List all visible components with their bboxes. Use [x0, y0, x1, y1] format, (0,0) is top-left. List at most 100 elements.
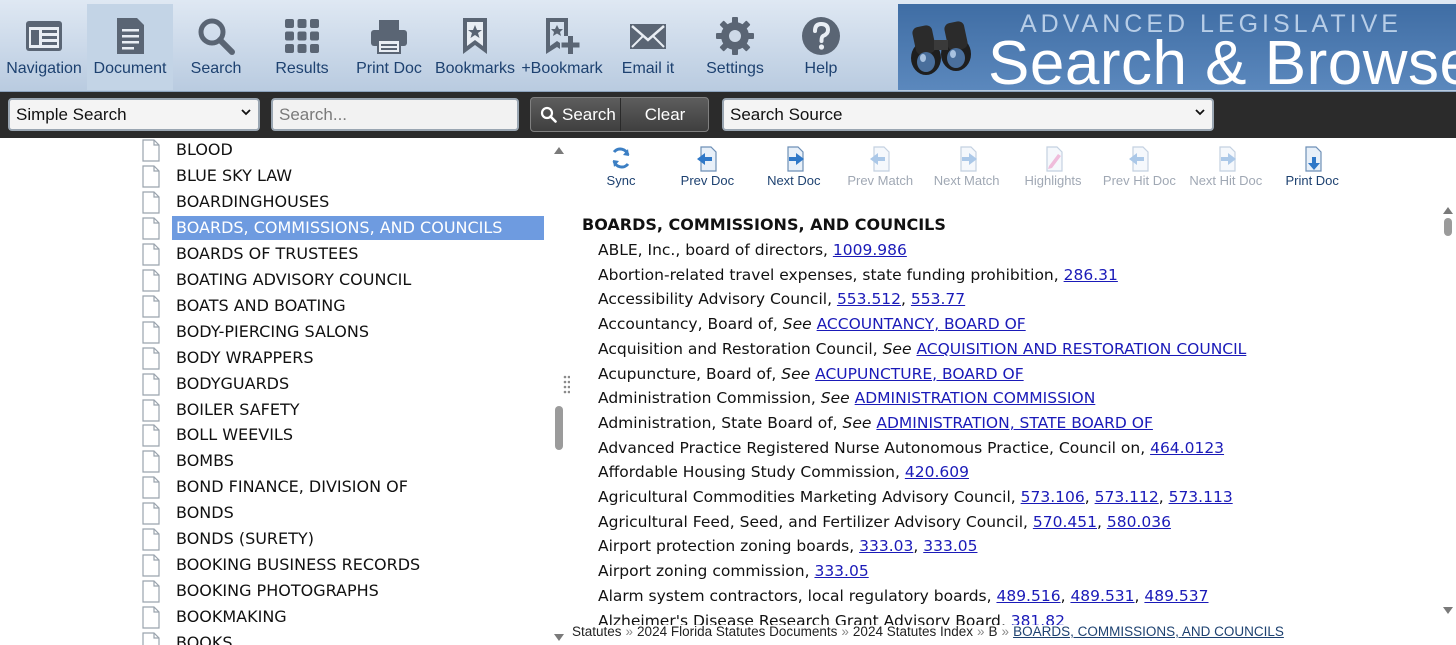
tree-item[interactable]: BOND FINANCE, DIVISION OF — [140, 474, 550, 500]
add-bookmark-button[interactable]: +Bookmark — [519, 4, 605, 90]
statute-link[interactable]: 573.113 — [1169, 488, 1233, 506]
statute-link[interactable]: ACCOUNTANCY, BOARD OF — [817, 315, 1026, 333]
search-mode-select[interactable]: Simple Search — [8, 98, 260, 131]
next-doc-icon — [787, 146, 804, 172]
settings-button[interactable]: Settings — [692, 4, 778, 90]
statute-link[interactable]: 553.77 — [911, 290, 965, 308]
statute-link[interactable]: 464.0123 — [1150, 439, 1224, 457]
highlights-icon — [1046, 146, 1063, 172]
statute-link[interactable]: 553.512 — [837, 290, 901, 308]
statute-link[interactable]: 573.106 — [1021, 488, 1085, 506]
scroll-up-arrow-icon[interactable] — [554, 146, 564, 154]
tree-item[interactable]: BOLL WEEVILS — [140, 422, 550, 448]
statute-link[interactable]: ACUPUNCTURE, BOARD OF — [815, 365, 1023, 383]
scroll-up-arrow-icon[interactable] — [1443, 206, 1453, 214]
document-scrollbar-thumb[interactable] — [1444, 218, 1452, 236]
navigation-label: Navigation — [6, 60, 82, 77]
tree-item[interactable]: BOOKS — [140, 630, 550, 645]
statute-link[interactable]: 1009.986 — [833, 241, 907, 259]
doc-toolbar-button[interactable]: Sync — [578, 146, 664, 190]
document-page-icon — [142, 346, 160, 370]
index-entry: Accountancy, Board of, See ACCOUNTANCY, … — [598, 313, 1026, 335]
doc-toolbar-button[interactable]: Next Doc — [751, 146, 837, 190]
search-source-value: Search Source — [730, 105, 843, 124]
search-button[interactable]: Search — [531, 98, 621, 131]
document-page-icon — [142, 139, 160, 162]
tree-item[interactable]: BODY-PIERCING SALONS — [140, 319, 550, 345]
statute-link[interactable]: 286.31 — [1064, 266, 1118, 284]
bookmarks-button[interactable]: Bookmarks — [432, 4, 518, 90]
search-input[interactable] — [271, 98, 519, 131]
statute-link[interactable]: 580.036 — [1107, 513, 1171, 531]
document-page-icon — [142, 269, 160, 292]
index-entry: Agricultural Feed, Seed, and Fertilizer … — [598, 512, 1171, 531]
search-source-select[interactable]: Search Source — [722, 98, 1214, 131]
tree-item[interactable]: BONDS (SURETY) — [140, 526, 550, 552]
doc-toolbar-button[interactable]: Prev Doc — [664, 146, 750, 190]
tree-scrollbar-thumb[interactable] — [555, 406, 563, 450]
tree-item[interactable]: BOILER SAFETY — [140, 397, 550, 423]
document-page-icon — [142, 243, 160, 266]
statute-link[interactable]: 489.537 — [1144, 587, 1208, 605]
statute-link[interactable]: ADMINISTRATION, STATE BOARD OF — [876, 414, 1153, 432]
statute-link[interactable]: 570.451 — [1033, 513, 1097, 531]
doc-toolbar-button[interactable]: Print Doc — [1269, 146, 1355, 190]
tree-item-label: BONDS (SURETY) — [176, 529, 314, 549]
tree-item[interactable]: BOMBS — [140, 448, 550, 474]
tree-item[interactable]: BOARDS, COMMISSIONS, AND COUNCILS — [140, 215, 550, 241]
breadcrumb-item[interactable]: B — [989, 624, 998, 639]
email-button[interactable]: Email it — [605, 4, 691, 90]
document-page-icon — [142, 580, 160, 603]
scroll-down-arrow-icon[interactable] — [1443, 607, 1453, 615]
tree-item-label: BLUE SKY LAW — [176, 165, 293, 185]
results-button[interactable]: Results — [259, 4, 345, 90]
tree-item[interactable]: BOATS AND BOATING — [140, 293, 550, 319]
tree-item[interactable]: BOARDINGHOUSES — [140, 189, 550, 215]
tree-item[interactable]: BOOKMAKING — [140, 604, 550, 630]
index-entry: Agricultural Commodities Marketing Advis… — [598, 488, 1233, 506]
statute-link[interactable]: 489.531 — [1070, 587, 1134, 605]
clear-button[interactable]: Clear — [621, 98, 708, 131]
tree-item-label: BOOKING PHOTOGRAPHS — [176, 581, 379, 601]
document-button[interactable]: Document — [87, 4, 173, 90]
tree-item[interactable]: BOOKING BUSINESS RECORDS — [140, 552, 550, 578]
tree-item[interactable]: BOATING ADVISORY COUNCIL — [140, 267, 550, 293]
tree-item-label: BOOKING BUSINESS RECORDS — [176, 555, 421, 575]
tree-item[interactable]: BLUE SKY LAW — [140, 163, 550, 189]
see-reference-label: See — [842, 413, 872, 432]
breadcrumb-separator: » — [977, 624, 985, 639]
breadcrumb-item[interactable]: Statutes — [572, 624, 622, 639]
statute-link[interactable]: 333.05 — [923, 537, 977, 555]
tree-item[interactable]: BLOOD — [140, 138, 550, 163]
document-page-icon — [142, 424, 160, 448]
statute-link[interactable]: 381.82 — [1011, 612, 1065, 626]
help-button[interactable]: Help — [778, 4, 864, 90]
index-entry-text: Agricultural Commodities Marketing Advis… — [598, 488, 1021, 506]
tree-item[interactable]: BOARDS OF TRUSTEES — [140, 241, 550, 267]
breadcrumb-item[interactable]: 2024 Florida Statutes Documents — [637, 624, 837, 639]
statute-link[interactable]: 420.609 — [905, 463, 969, 481]
scroll-down-arrow-icon[interactable] — [554, 634, 564, 642]
tree-item-label: BOND FINANCE, DIVISION OF — [176, 477, 408, 497]
statute-link[interactable]: 333.03 — [859, 537, 913, 555]
breadcrumb-current[interactable]: BOARDS, COMMISSIONS, AND COUNCILS — [1013, 624, 1284, 639]
breadcrumb-item[interactable]: 2024 Statutes Index — [853, 624, 973, 639]
statute-link[interactable]: ADMINISTRATION COMMISSION — [855, 389, 1096, 407]
tree-item-label: BODYGUARDS — [176, 373, 290, 393]
statute-link[interactable]: ACQUISITION AND RESTORATION COUNCIL — [916, 340, 1246, 358]
navigation-button[interactable]: Navigation — [1, 4, 87, 90]
statute-link[interactable]: 489.516 — [996, 587, 1060, 605]
tree-item[interactable]: BONDS — [140, 500, 550, 526]
tree-item[interactable]: BODY WRAPPERS — [140, 345, 550, 371]
index-entry-text: Airport zoning commission, — [598, 562, 815, 581]
search-toolbar-button[interactable]: Search — [173, 4, 259, 90]
document-scrollbar[interactable] — [1441, 204, 1455, 624]
print-doc-button[interactable]: Print Doc — [346, 4, 432, 90]
statute-link[interactable]: 333.05 — [814, 562, 868, 580]
statute-link[interactable]: 573.112 — [1095, 488, 1159, 506]
index-entry: Acupuncture, Board of, See ACUPUNCTURE, … — [598, 363, 1024, 385]
tree-item[interactable]: BODYGUARDS — [140, 371, 550, 397]
search-mode-value: Simple Search — [16, 105, 127, 124]
tree-item[interactable]: BOOKING PHOTOGRAPHS — [140, 578, 550, 604]
search-button-group: Search Clear — [530, 97, 709, 132]
